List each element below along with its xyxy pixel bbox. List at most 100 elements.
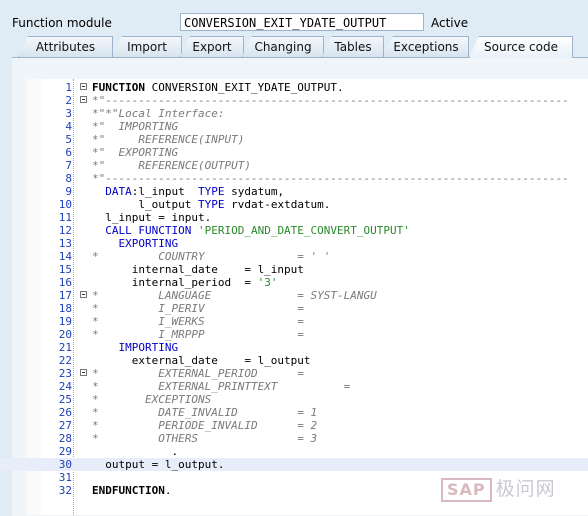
function-module-name-field[interactable]: CONVERSION_EXIT_YDATE_OUTPUT <box>180 13 424 31</box>
code-line[interactable]: 19 * I_WERKS = <box>0 315 588 328</box>
code-line[interactable]: 13 EXPORTING <box>0 237 588 250</box>
line-number: 2 <box>65 94 72 107</box>
code-text: EXPORTING <box>92 237 178 250</box>
code-line[interactable]: 22 external_date = l_output <box>0 354 588 367</box>
function-module-header: Function module CONVERSION_EXIT_YDATE_OU… <box>0 12 588 34</box>
code-text: * EXTERNAL_PERIOD = <box>92 367 304 380</box>
code-text: *" REFERENCE(INPUT) <box>92 133 244 146</box>
code-line[interactable]: 1 FUNCTION CONVERSION_EXIT_YDATE_OUTPUT. <box>0 81 588 94</box>
code-line[interactable]: 9 DATA:l_input TYPE sydatum, <box>0 185 588 198</box>
line-number: 13 <box>58 237 72 250</box>
line-number: 24 <box>58 380 72 393</box>
line-number: 32 <box>58 484 72 497</box>
line-number: 29 <box>58 445 72 458</box>
code-text: internal_date = l_input <box>92 263 304 276</box>
line-number: 1 <box>65 81 72 94</box>
code-token: external_date = l_output <box>92 354 311 367</box>
code-line[interactable]: 20 * I_MRPPP = <box>0 328 588 341</box>
code-line[interactable]: 16 internal_period = '3' <box>0 276 588 289</box>
code-text: * I_PERIV = <box>92 302 304 315</box>
code-line[interactable]: 18 * I_PERIV = <box>0 302 588 315</box>
code-line[interactable]: 30 output = l_output. <box>0 458 588 471</box>
code-token: * COUNTRY = ' ' <box>92 250 331 263</box>
code-token: TYPE <box>197 185 225 198</box>
code-token: ENDFUNCTION <box>92 484 165 497</box>
line-number: 28 <box>58 432 72 445</box>
code-line[interactable]: 12 CALL FUNCTION 'PERIOD_AND_DATE_CONVER… <box>0 224 588 237</box>
code-line[interactable]: 10 l_output TYPE rvdat-extdatum. <box>0 198 588 211</box>
code-token: * I_WERKS = <box>92 315 304 328</box>
tab-changing[interactable]: Changing <box>242 36 324 57</box>
line-number: 15 <box>58 263 72 276</box>
line-number: 6 <box>65 146 72 159</box>
code-line[interactable]: 23 * EXTERNAL_PERIOD = <box>0 367 588 380</box>
line-number: 10 <box>58 198 72 211</box>
tab-import[interactable]: Import <box>112 36 182 57</box>
code-token: . <box>164 484 172 497</box>
line-number: 5 <box>65 133 72 146</box>
code-line[interactable]: 2 *"-------------------------------------… <box>0 94 588 107</box>
code-line[interactable]: 6 *" EXPORTING <box>0 146 588 159</box>
code-line[interactable]: 4 *" IMPORTING <box>0 120 588 133</box>
code-token: * PERIODE_INVALID = 2 <box>92 419 318 432</box>
code-text: internal_period = '3' <box>92 276 278 289</box>
code-token: CONVERSION_EXIT_YDATE_OUTPUT. <box>151 81 344 94</box>
fold-toggle-icon[interactable] <box>80 369 87 376</box>
line-number: 22 <box>58 354 72 367</box>
code-text: *"--------------------------------------… <box>92 172 569 185</box>
code-token: l_input = input. <box>92 211 212 224</box>
code-token: . <box>92 445 179 458</box>
code-token: *" EXPORTING <box>92 146 179 159</box>
tab-attributes[interactable]: Attributes <box>18 36 113 57</box>
code-line[interactable]: 11 l_input = input. <box>0 211 588 224</box>
fold-toggle-icon[interactable] <box>80 83 87 90</box>
code-text: * EXTERNAL_PRINTTEXT = <box>92 380 350 393</box>
code-line[interactable]: 3 *"*"Local Interface: <box>0 107 588 120</box>
line-number: 23 <box>58 367 72 380</box>
tab-exceptions[interactable]: Exceptions <box>383 36 469 57</box>
line-number: 12 <box>58 224 72 237</box>
code-line[interactable]: 15 internal_date = l_input <box>0 263 588 276</box>
code-token: FUNCTION <box>92 81 152 94</box>
code-line[interactable]: 25 * EXCEPTIONS <box>0 393 588 406</box>
code-line[interactable]: 7 *" REFERENCE(OUTPUT) <box>0 159 588 172</box>
tab-export[interactable]: Export <box>180 36 244 57</box>
code-text: IMPORTING <box>92 341 178 354</box>
code-token: IMPORTING <box>92 341 179 354</box>
code-line[interactable]: 26 * DATE_INVALID = 1 <box>0 406 588 419</box>
code-line[interactable]: 21 IMPORTING <box>0 341 588 354</box>
code-token: * I_MRPPP = <box>92 328 304 341</box>
fold-toggle-icon[interactable] <box>80 291 87 298</box>
code-token: *" REFERENCE(INPUT) <box>92 133 245 146</box>
tab-tables[interactable]: Tables <box>322 36 384 57</box>
tab-source-code[interactable]: Source code <box>469 36 573 58</box>
line-number: 16 <box>58 276 72 289</box>
code-token: * DATE_INVALID = 1 <box>92 406 318 419</box>
code-token: * EXTERNAL_PERIOD = <box>92 367 304 380</box>
code-token: *"--------------------------------------… <box>92 172 569 185</box>
code-text: * PERIODE_INVALID = 2 <box>92 419 317 432</box>
line-number: 25 <box>58 393 72 406</box>
code-text: * I_MRPPP = <box>92 328 304 341</box>
code-text: *" IMPORTING <box>92 120 178 133</box>
code-token: * LANGUAGE = SYST-LANGU <box>92 289 377 302</box>
fold-toggle-icon[interactable] <box>80 96 87 103</box>
code-line[interactable]: 28 * OTHERS = 3 <box>0 432 588 445</box>
code-token: l_output <box>92 198 198 211</box>
code-line[interactable]: 5 *" REFERENCE(INPUT) <box>0 133 588 146</box>
code-text: *" EXPORTING <box>92 146 178 159</box>
code-line[interactable]: 14 * COUNTRY = ' ' <box>0 250 588 263</box>
code-token: TYPE <box>197 198 225 211</box>
code-line[interactable]: 29 . <box>0 445 588 458</box>
code-token: EXPORTING <box>92 237 179 250</box>
code-line[interactable]: 17 * LANGUAGE = SYST-LANGU <box>0 289 588 302</box>
line-number: 31 <box>58 471 72 484</box>
code-token: CALL FUNCTION <box>92 224 198 237</box>
code-line[interactable]: 27 * PERIODE_INVALID = 2 <box>0 419 588 432</box>
line-number: 17 <box>58 289 72 302</box>
line-number: 20 <box>58 328 72 341</box>
line-number: 26 <box>58 406 72 419</box>
code-line[interactable]: 24 * EXTERNAL_PRINTTEXT = <box>0 380 588 393</box>
code-token: *" REFERENCE(OUTPUT) <box>92 159 251 172</box>
code-line[interactable]: 8 *"-------------------------------------… <box>0 172 588 185</box>
